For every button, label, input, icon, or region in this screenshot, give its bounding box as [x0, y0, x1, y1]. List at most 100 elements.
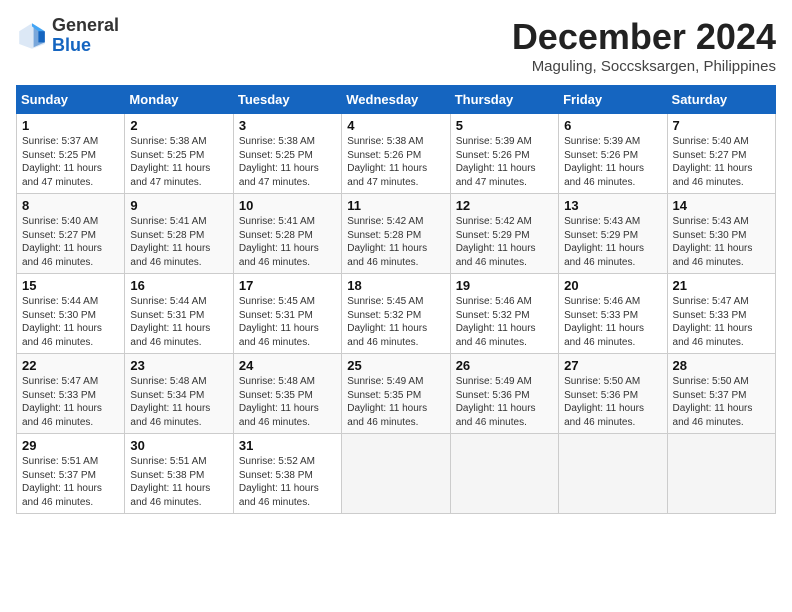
day-detail: Sunrise: 5:43 AMSunset: 5:30 PMDaylight:…	[673, 215, 770, 269]
weekday-header-tuesday: Tuesday	[233, 86, 341, 114]
day-number: 18	[347, 278, 444, 293]
calendar-day-cell: 28 Sunrise: 5:50 AMSunset: 5:37 PMDayligh…	[667, 354, 775, 434]
logo-general-text: General	[52, 16, 119, 36]
calendar-day-cell: 15 Sunrise: 5:44 AMSunset: 5:30 PMDayligh…	[17, 274, 125, 354]
logo-blue-text: Blue	[52, 36, 119, 56]
day-number: 9	[130, 198, 227, 213]
calendar-header: SundayMondayTuesdayWednesdayThursdayFrid…	[17, 86, 776, 114]
calendar-day-cell: 13 Sunrise: 5:43 AMSunset: 5:29 PMDayligh…	[559, 194, 667, 274]
day-detail: Sunrise: 5:42 AMSunset: 5:29 PMDaylight:…	[456, 215, 553, 269]
day-detail: Sunrise: 5:42 AMSunset: 5:28 PMDaylight:…	[347, 215, 444, 269]
day-detail: Sunrise: 5:50 AMSunset: 5:36 PMDaylight:…	[564, 375, 661, 429]
weekday-header-thursday: Thursday	[450, 86, 558, 114]
day-detail: Sunrise: 5:46 AMSunset: 5:32 PMDaylight:…	[456, 295, 553, 349]
day-detail: Sunrise: 5:40 AMSunset: 5:27 PMDaylight:…	[673, 135, 770, 189]
day-number: 21	[673, 278, 770, 293]
calendar-day-cell: 9 Sunrise: 5:41 AMSunset: 5:28 PMDaylight…	[125, 194, 233, 274]
calendar-day-cell: 22 Sunrise: 5:47 AMSunset: 5:33 PMDayligh…	[17, 354, 125, 434]
calendar-week-row: 29 Sunrise: 5:51 AMSunset: 5:37 PMDayligh…	[17, 434, 776, 514]
day-detail: Sunrise: 5:41 AMSunset: 5:28 PMDaylight:…	[130, 215, 227, 269]
calendar-day-cell: 26Sunrise: 5:49 AMSunset: 5:36 PMDayligh…	[450, 354, 558, 434]
day-number: 13	[564, 198, 661, 213]
weekday-header-friday: Friday	[559, 86, 667, 114]
calendar-day-cell: 8Sunrise: 5:40 AMSunset: 5:27 PMDaylight…	[17, 194, 125, 274]
day-number: 14	[673, 198, 770, 213]
weekday-header-monday: Monday	[125, 86, 233, 114]
day-detail: Sunrise: 5:39 AMSunset: 5:26 PMDaylight:…	[456, 135, 553, 189]
day-detail: Sunrise: 5:47 AMSunset: 5:33 PMDaylight:…	[22, 375, 119, 429]
calendar-week-row: 22 Sunrise: 5:47 AMSunset: 5:33 PMDayligh…	[17, 354, 776, 434]
day-number: 4	[347, 118, 444, 133]
calendar-day-cell: 27 Sunrise: 5:50 AMSunset: 5:36 PMDayligh…	[559, 354, 667, 434]
page-header: General Blue December 2024 Maguling, Soc…	[16, 16, 776, 75]
day-number: 1	[22, 118, 119, 133]
calendar-day-cell	[342, 434, 450, 514]
calendar-day-cell: 17 Sunrise: 5:45 AMSunset: 5:31 PMDayligh…	[233, 274, 341, 354]
calendar-day-cell: 30 Sunrise: 5:51 AMSunset: 5:38 PMDayligh…	[125, 434, 233, 514]
day-number: 5	[456, 118, 553, 133]
calendar-day-cell: 11 Sunrise: 5:42 AMSunset: 5:28 PMDayligh…	[342, 194, 450, 274]
day-number: 8	[22, 198, 119, 213]
calendar-day-cell: 16Sunrise: 5:44 AMSunset: 5:31 PMDayligh…	[125, 274, 233, 354]
day-detail: Sunrise: 5:39 AMSunset: 5:26 PMDaylight:…	[564, 135, 661, 189]
day-detail: Sunrise: 5:48 AMSunset: 5:35 PMDaylight:…	[239, 375, 336, 429]
logo: General Blue	[16, 16, 119, 56]
day-detail: Sunrise: 5:44 AMSunset: 5:31 PMDaylight:…	[130, 295, 227, 349]
day-detail: Sunrise: 5:49 AMSunset: 5:36 PMDaylight:…	[456, 375, 553, 429]
day-detail: Sunrise: 5:45 AMSunset: 5:32 PMDaylight:…	[347, 295, 444, 349]
day-number: 27	[564, 358, 661, 373]
calendar-day-cell	[559, 434, 667, 514]
day-detail: Sunrise: 5:43 AMSunset: 5:29 PMDaylight:…	[564, 215, 661, 269]
day-number: 6	[564, 118, 661, 133]
calendar-week-row: 8Sunrise: 5:40 AMSunset: 5:27 PMDaylight…	[17, 194, 776, 274]
weekday-header-sunday: Sunday	[17, 86, 125, 114]
day-number: 3	[239, 118, 336, 133]
day-detail: Sunrise: 5:50 AMSunset: 5:37 PMDaylight:…	[673, 375, 770, 429]
day-number: 22	[22, 358, 119, 373]
day-number: 7	[673, 118, 770, 133]
day-number: 30	[130, 438, 227, 453]
calendar-day-cell: 29 Sunrise: 5:51 AMSunset: 5:37 PMDayligh…	[17, 434, 125, 514]
day-detail: Sunrise: 5:44 AMSunset: 5:30 PMDaylight:…	[22, 295, 119, 349]
calendar-day-cell: 31Sunrise: 5:52 AMSunset: 5:38 PMDayligh…	[233, 434, 341, 514]
month-year-title: December 2024	[512, 16, 776, 58]
day-number: 17	[239, 278, 336, 293]
day-number: 19	[456, 278, 553, 293]
day-number: 11	[347, 198, 444, 213]
calendar-day-cell: 10 Sunrise: 5:41 AMSunset: 5:28 PMDayligh…	[233, 194, 341, 274]
logo-text: General Blue	[52, 16, 119, 56]
calendar-day-cell: 2 Sunrise: 5:38 AMSunset: 5:25 PMDaylight…	[125, 114, 233, 194]
day-number: 20	[564, 278, 661, 293]
day-number: 29	[22, 438, 119, 453]
calendar-day-cell: 24 Sunrise: 5:48 AMSunset: 5:35 PMDayligh…	[233, 354, 341, 434]
location-text: Maguling, Soccsksargen, Philippines	[512, 58, 776, 75]
day-number: 10	[239, 198, 336, 213]
day-number: 15	[22, 278, 119, 293]
weekday-header-row: SundayMondayTuesdayWednesdayThursdayFrid…	[17, 86, 776, 114]
calendar-day-cell: 1 Sunrise: 5:37 AMSunset: 5:25 PMDaylight…	[17, 114, 125, 194]
calendar-day-cell: 18 Sunrise: 5:45 AMSunset: 5:32 PMDayligh…	[342, 274, 450, 354]
calendar-day-cell: 23Sunrise: 5:48 AMSunset: 5:34 PMDayligh…	[125, 354, 233, 434]
day-detail: Sunrise: 5:45 AMSunset: 5:31 PMDaylight:…	[239, 295, 336, 349]
weekday-header-saturday: Saturday	[667, 86, 775, 114]
calendar-week-row: 1 Sunrise: 5:37 AMSunset: 5:25 PMDaylight…	[17, 114, 776, 194]
day-detail: Sunrise: 5:46 AMSunset: 5:33 PMDaylight:…	[564, 295, 661, 349]
day-number: 31	[239, 438, 336, 453]
day-detail: Sunrise: 5:41 AMSunset: 5:28 PMDaylight:…	[239, 215, 336, 269]
calendar-day-cell: 19 Sunrise: 5:46 AMSunset: 5:32 PMDayligh…	[450, 274, 558, 354]
calendar-day-cell: 25Sunrise: 5:49 AMSunset: 5:35 PMDayligh…	[342, 354, 450, 434]
day-detail: Sunrise: 5:47 AMSunset: 5:33 PMDaylight:…	[673, 295, 770, 349]
day-detail: Sunrise: 5:51 AMSunset: 5:37 PMDaylight:…	[22, 455, 119, 509]
day-detail: Sunrise: 5:37 AMSunset: 5:25 PMDaylight:…	[22, 135, 119, 189]
day-number: 2	[130, 118, 227, 133]
day-number: 24	[239, 358, 336, 373]
title-block: December 2024 Maguling, Soccsksargen, Ph…	[512, 16, 776, 75]
calendar-day-cell: 5 Sunrise: 5:39 AMSunset: 5:26 PMDaylight…	[450, 114, 558, 194]
day-number: 28	[673, 358, 770, 373]
day-detail: Sunrise: 5:51 AMSunset: 5:38 PMDaylight:…	[130, 455, 227, 509]
day-number: 12	[456, 198, 553, 213]
day-detail: Sunrise: 5:38 AMSunset: 5:25 PMDaylight:…	[130, 135, 227, 189]
day-detail: Sunrise: 5:48 AMSunset: 5:34 PMDaylight:…	[130, 375, 227, 429]
day-detail: Sunrise: 5:38 AMSunset: 5:26 PMDaylight:…	[347, 135, 444, 189]
day-detail: Sunrise: 5:49 AMSunset: 5:35 PMDaylight:…	[347, 375, 444, 429]
